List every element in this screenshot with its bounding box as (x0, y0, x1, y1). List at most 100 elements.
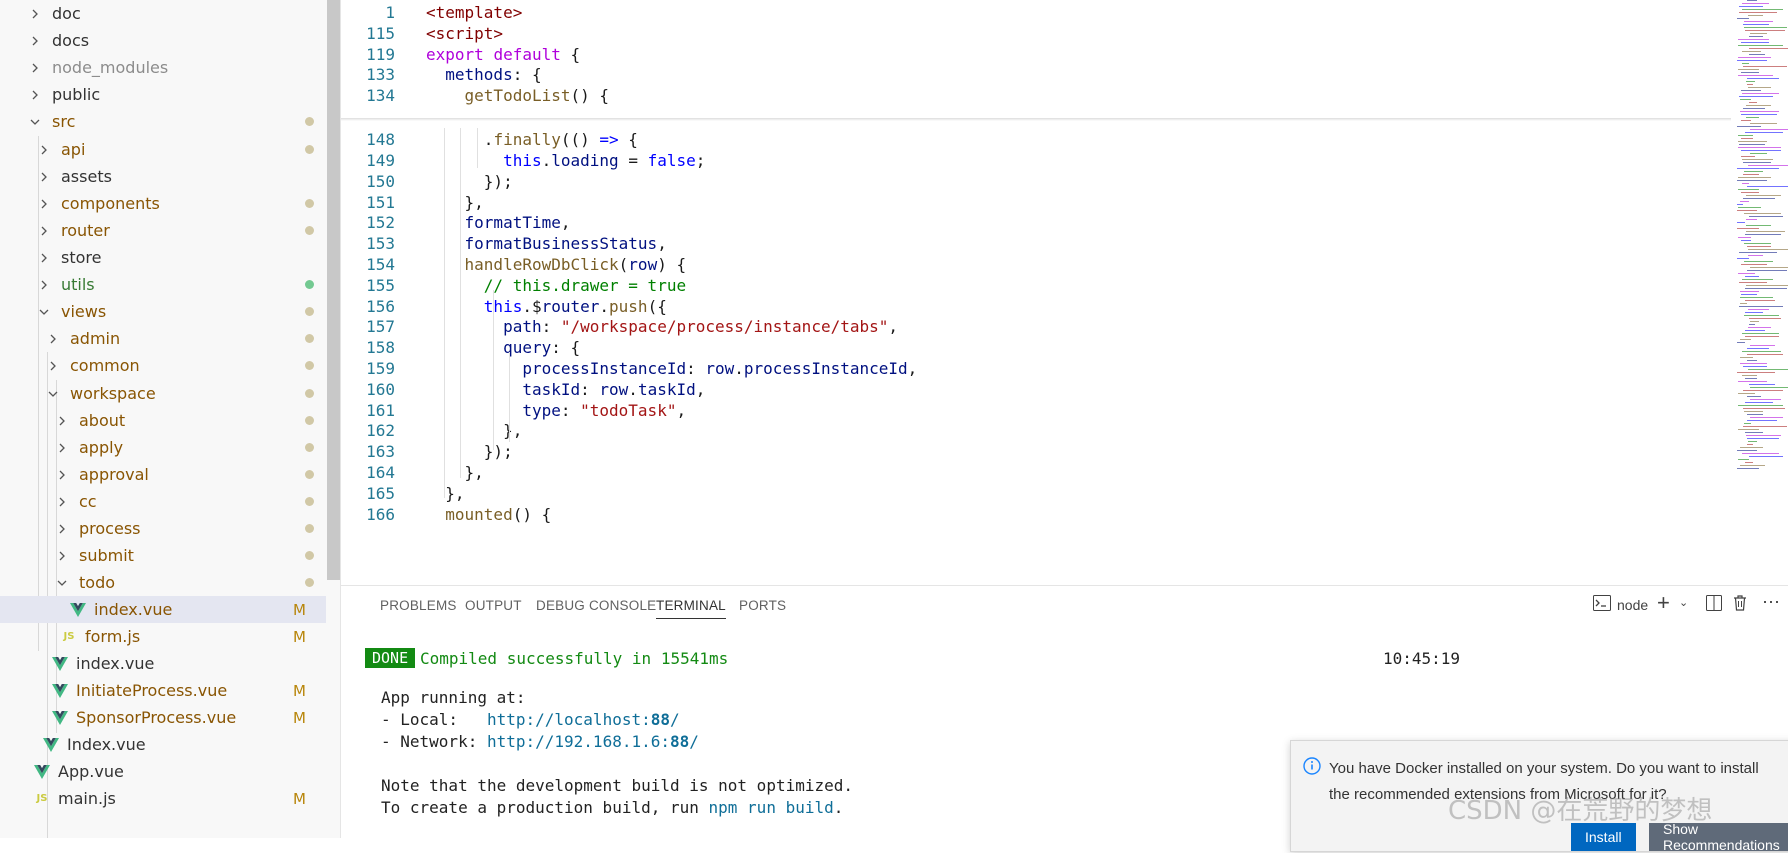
folder-admin[interactable]: admin (0, 325, 326, 352)
file-app-vue[interactable]: App.vue (0, 758, 326, 785)
tab-ports[interactable]: PORTS (739, 598, 786, 613)
tree-item-label: assets (61, 167, 112, 186)
line-number: 115 (366, 23, 395, 43)
folder-router[interactable]: router (0, 217, 326, 244)
chevron-right-icon (28, 88, 42, 102)
line-number: 150 (366, 171, 395, 191)
local-label: - Local: (381, 710, 487, 729)
network-url[interactable]: http://192.168.1.6: (487, 732, 670, 751)
tree-item-label: process (79, 519, 141, 538)
folder-components[interactable]: components (0, 190, 326, 217)
sidebar-scrollbar[interactable] (327, 0, 340, 580)
tree-item-label: index.vue (94, 600, 173, 619)
modified-dot (305, 416, 314, 425)
chevron-right-icon (37, 224, 51, 238)
terminal-name[interactable]: node (1617, 597, 1648, 613)
modified-badge: M (293, 789, 306, 808)
file-main-js[interactable]: JS main.js M (0, 785, 326, 812)
folder-process[interactable]: process (0, 515, 326, 542)
file-form-js[interactable]: JS form.js M (0, 623, 326, 650)
js-file-icon: JS (36, 793, 48, 804)
folder-views[interactable]: views (0, 298, 326, 325)
show-recommendations-button[interactable]: Show Recommendations (1649, 821, 1788, 853)
chevron-right-icon (37, 278, 51, 292)
folder-src[interactable]: src (0, 108, 326, 135)
code-text: }, (426, 421, 523, 441)
folder-api[interactable]: api (0, 136, 326, 163)
line-number: 155 (366, 275, 395, 295)
code-text: processInstanceId: row.processInstanceId… (522, 359, 918, 379)
modified-dot (305, 524, 314, 533)
split-terminal-icon[interactable] (1706, 595, 1722, 616)
chevron-down-icon (28, 115, 42, 129)
folder-public[interactable]: public (0, 81, 326, 108)
indent-guide (460, 128, 461, 478)
chevron-right-icon (55, 441, 69, 455)
install-button[interactable]: Install (1571, 823, 1636, 851)
folder-store[interactable]: store (0, 244, 326, 271)
terminal-icon[interactable] (1593, 595, 1611, 616)
modified-badge: M (293, 681, 306, 700)
network-port[interactable]: 88 (670, 732, 689, 751)
local-port[interactable]: 88 (651, 710, 670, 729)
indent-guide (444, 128, 445, 498)
folder-submit[interactable]: submit (0, 542, 326, 569)
vue-file-icon (52, 683, 68, 699)
file-sponsorprocess-vue[interactable]: SponsorProcess.vue M (0, 704, 326, 731)
chevron-down-icon[interactable]: ⌄ (1679, 596, 1688, 609)
folder-common[interactable]: common (0, 352, 326, 379)
sticky-scroll-line[interactable]: 134 getTodoList() { (341, 84, 609, 108)
chevron-right-icon (55, 522, 69, 536)
tab-terminal[interactable]: TERMINAL (656, 598, 726, 619)
file-index-vue[interactable]: index.vue M (0, 596, 326, 623)
explorer-sidebar: doc docs node_modulespublic src api assets com… (0, 0, 341, 838)
folder-approval[interactable]: approval (0, 461, 326, 488)
tree-item-label: todo (79, 573, 116, 592)
vue-file-icon (43, 737, 59, 753)
tab-output[interactable]: OUTPUT (465, 598, 522, 613)
folder-cc[interactable]: cc (0, 488, 326, 515)
tab-problems[interactable]: PROBLEMS (380, 598, 457, 613)
chevron-right-icon (28, 61, 42, 75)
file-initiateprocess-vue[interactable]: InitiateProcess.vue M (0, 677, 326, 704)
add-terminal-icon[interactable]: + (1657, 590, 1670, 616)
tree-item-label: node_modules (52, 58, 169, 77)
folder-todo[interactable]: todo (0, 569, 326, 596)
more-icon[interactable]: ⋯ (1762, 592, 1780, 613)
folder-node-modules[interactable]: node_modules (0, 54, 326, 81)
tree-item-label: about (79, 411, 126, 430)
folder-doc[interactable]: doc (0, 0, 326, 27)
code-editor[interactable]: 1 <template> 115 <script> 119 export default … (341, 0, 1788, 585)
tree-item-label: workspace (70, 384, 156, 403)
tree-item-label: submit (79, 546, 134, 565)
local-url[interactable]: http://localhost: (487, 710, 651, 729)
tree-item-label: docs (52, 31, 90, 50)
file-index-vue[interactable]: index.vue (0, 650, 326, 677)
code-text: this.$router.push({ (483, 296, 667, 316)
chevron-down-icon (46, 387, 60, 401)
modified-dot (305, 334, 314, 343)
line-number: 161 (366, 400, 395, 420)
folder-workspace[interactable]: workspace (0, 380, 326, 407)
code-text: query: { (503, 338, 581, 358)
trash-icon[interactable] (1733, 595, 1747, 616)
line-number: 153 (366, 234, 395, 254)
modified-dot (305, 551, 314, 560)
code-text: }); (426, 442, 513, 462)
code-text: formatBusinessStatus, (464, 234, 667, 254)
folder-utils[interactable]: utils (0, 271, 326, 298)
folder-apply[interactable]: apply (0, 434, 326, 461)
folder-assets[interactable]: assets (0, 163, 326, 190)
indent-guide (493, 290, 494, 450)
folder-about[interactable]: about (0, 407, 326, 434)
code-text: <script> (426, 23, 504, 43)
info-icon (1303, 757, 1321, 775)
minimap[interactable] (1733, 0, 1788, 470)
folder-docs[interactable]: docs (0, 27, 326, 54)
file-index-vue[interactable]: Index.vue (0, 731, 326, 758)
tab-debug-console[interactable]: DEBUG CONSOLE (536, 598, 656, 613)
chevron-right-icon (55, 414, 69, 428)
line-number: 151 (366, 192, 395, 212)
code-line[interactable]: 166 mounted() { (341, 502, 551, 526)
tree-item-label: main.js (58, 789, 116, 808)
